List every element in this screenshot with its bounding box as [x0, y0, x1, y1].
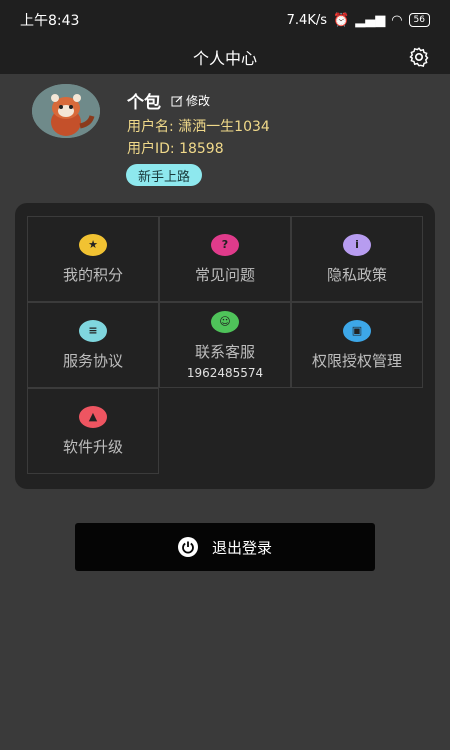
- menu-item-label: 隐私政策: [326, 265, 387, 284]
- gear-icon[interactable]: [408, 46, 430, 68]
- name-row: 个包 修改: [127, 88, 210, 113]
- wifi-icon: ◠: [391, 12, 403, 28]
- document-icon: ≡: [79, 319, 107, 342]
- power-icon: [177, 537, 198, 557]
- menu-item-privacy[interactable]: i 隐私政策: [291, 216, 423, 302]
- info-icon: i: [343, 233, 371, 256]
- menu-item-points[interactable]: ★ 我的积分: [27, 216, 159, 302]
- level-badge: 新手上路: [126, 164, 203, 186]
- avatar[interactable]: [32, 84, 100, 138]
- username: 用户名: 潇洒一生1034: [127, 119, 270, 135]
- alarm-icon: ⏰: [333, 12, 350, 28]
- rocket-icon: ▲: [79, 405, 107, 428]
- lock-icon: ▣: [343, 319, 371, 342]
- menu-item-label: 我的积分: [62, 265, 123, 284]
- edit-label: 修改: [186, 94, 211, 108]
- service-phone: 1962485574: [186, 365, 264, 380]
- page-title: 个人中心: [192, 49, 257, 68]
- menu-item-label: 服务协议: [62, 351, 123, 370]
- red-panda-avatar-icon: [32, 84, 100, 138]
- menu-item-label: 软件升级: [62, 437, 123, 456]
- battery-icon: 56: [408, 13, 430, 27]
- signal-icon: ▂▄▆: [355, 12, 386, 28]
- logout-button[interactable]: 退出登录: [75, 523, 375, 571]
- edit-icon: [171, 95, 183, 106]
- question-icon: ?: [211, 233, 239, 256]
- star-icon: ★: [79, 233, 107, 256]
- menu-item-customer-service[interactable]: ☺ 联系客服 1962485574: [159, 302, 291, 388]
- menu-item-label: 权限授权管理: [311, 351, 402, 370]
- logout-label: 退出登录: [211, 538, 272, 557]
- network-speed: 7.4K/s: [286, 12, 328, 28]
- user-id: 用户ID: 18598: [127, 141, 224, 157]
- menu-item-label: 常见问题: [194, 265, 255, 284]
- customer-service-icon: ☺: [211, 310, 239, 333]
- menu-item-label: 联系客服: [194, 342, 255, 361]
- top-bar: 个人中心: [0, 40, 450, 74]
- menu-item-service-agreement[interactable]: ≡ 服务协议: [27, 302, 159, 388]
- menu-panel: ★ 我的积分 ? 常见问题 i 隐私政策 ≡ 服务协议 ☺ 联系客服 19624…: [15, 203, 435, 489]
- profile-section: 个包 修改 用户名: 潇洒一生1034 用户ID: 18598 新手上路: [0, 74, 450, 204]
- menu-grid: ★ 我的积分 ? 常见问题 i 隐私政策 ≡ 服务协议 ☺ 联系客服 19624…: [27, 216, 423, 474]
- menu-item-faq[interactable]: ? 常见问题: [159, 216, 291, 302]
- edit-profile-button[interactable]: 修改: [171, 92, 210, 109]
- status-time: 上午8:43: [20, 13, 80, 29]
- nickname: 个包: [127, 93, 161, 113]
- status-bar: 上午8:43 7.4K/s ⏰ ▂▄▆ ◠ 56: [0, 0, 450, 40]
- menu-item-upgrade[interactable]: ▲ 软件升级: [27, 388, 159, 474]
- status-indicators: 7.4K/s ⏰ ▂▄▆ ◠ 56: [287, 13, 430, 28]
- menu-item-permissions[interactable]: ▣ 权限授权管理: [291, 302, 423, 388]
